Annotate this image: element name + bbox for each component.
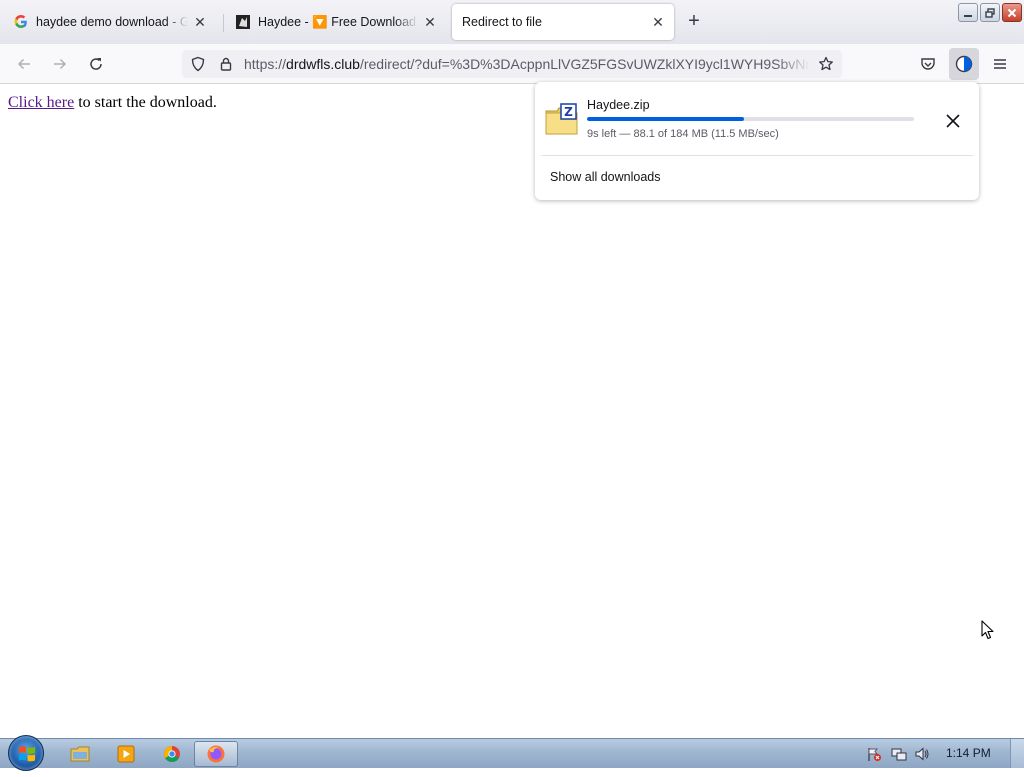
close-icon <box>1007 8 1017 17</box>
cancel-download-button[interactable] <box>941 109 965 133</box>
media-player-icon <box>117 745 135 763</box>
action-center-flag-icon[interactable] <box>866 746 882 762</box>
taskbar: 1:14 PM <box>0 735 1024 771</box>
tab-separator <box>223 14 224 32</box>
url-path: /redirect/?duf=%3D%3DAcppnLlVGZ5FGSvUWZk… <box>359 56 810 72</box>
tab-google-search[interactable]: haydee demo download - Google Search ✕ <box>4 4 216 40</box>
network-icon[interactable] <box>891 746 907 762</box>
minimize-icon <box>964 14 972 17</box>
svg-text:Z: Z <box>564 105 573 119</box>
download-progress-fill <box>587 117 744 121</box>
tracking-protection-shield-icon[interactable] <box>190 56 206 72</box>
haydee-icon <box>236 15 250 29</box>
tab-haydee[interactable]: Haydee - 🔽 Free Download | Re ✕ <box>226 4 446 40</box>
tab-redirect-to-file[interactable]: Redirect to file ✕ <box>452 4 674 40</box>
downloads-button[interactable] <box>949 48 979 80</box>
restore-button[interactable] <box>980 3 1000 22</box>
taskbar-explorer[interactable] <box>58 741 102 767</box>
forward-button[interactable] <box>46 50 74 78</box>
explorer-icon <box>70 746 90 762</box>
download-instruction: Click here to start the download. <box>8 94 217 112</box>
panel-divider <box>541 155 973 156</box>
reload-icon <box>90 58 102 70</box>
navigation-toolbar: https://drdwfls.club/redirect/?duf=%3D%3… <box>0 44 1024 84</box>
tab-title: haydee demo download - Google Search <box>36 15 188 29</box>
forward-arrow-icon <box>54 58 67 70</box>
tab-title: Haydee - 🔽 Free Download | Re <box>258 14 418 29</box>
back-button[interactable] <box>10 50 38 78</box>
hamburger-menu-icon <box>994 59 1006 69</box>
close-tab-icon[interactable]: ✕ <box>422 14 438 30</box>
minimize-button[interactable] <box>958 3 978 22</box>
reload-button[interactable] <box>82 50 110 78</box>
zip-file-icon: Z <box>545 102 579 136</box>
new-tab-button[interactable]: + <box>684 11 704 32</box>
close-tab-icon[interactable]: ✕ <box>650 14 666 30</box>
back-arrow-icon <box>17 58 30 70</box>
url-text[interactable]: https://drdwfls.club/redirect/?duf=%3D%3… <box>244 56 810 72</box>
pocket-icon <box>921 58 935 70</box>
taskbar-media-player[interactable] <box>104 741 148 767</box>
windows-logo-icon <box>19 746 35 762</box>
address-bar[interactable]: https://drdwfls.club/redirect/?duf=%3D%3… <box>182 50 842 78</box>
chrome-icon <box>164 746 180 763</box>
download-item[interactable]: Z Haydee.zip 9s left — 88.1 of 184 MB (1… <box>543 90 971 154</box>
click-here-link[interactable]: Click here <box>8 94 74 111</box>
close-icon <box>946 114 960 128</box>
tab-strip: haydee demo download - Google Search ✕ H… <box>0 0 1024 44</box>
instruction-text: to start the download. <box>74 94 217 111</box>
bookmark-star-icon[interactable] <box>818 56 834 72</box>
firefox-icon <box>207 745 225 763</box>
volume-icon[interactable] <box>914 746 930 762</box>
taskbar-chrome[interactable] <box>150 741 194 767</box>
taskbar-firefox[interactable] <box>194 741 238 767</box>
download-filename: Haydee.zip <box>587 98 650 112</box>
url-scheme: https:// <box>244 56 287 72</box>
url-domain: drdwfls.club <box>286 56 360 72</box>
google-g-icon <box>14 15 28 29</box>
padlock-icon[interactable] <box>218 56 234 72</box>
pocket-button[interactable] <box>914 50 942 78</box>
tab-title: Redirect to file <box>462 15 542 29</box>
close-window-button[interactable] <box>1002 3 1022 22</box>
downloads-panel: Z Haydee.zip 9s left — 88.1 of 184 MB (1… <box>535 82 979 200</box>
start-button[interactable] <box>8 735 44 771</box>
restore-icon <box>985 7 995 18</box>
close-tab-icon[interactable]: ✕ <box>192 14 208 30</box>
downloads-progress-icon <box>955 55 973 73</box>
taskbar-clock[interactable]: 1:14 PM <box>946 746 991 760</box>
mouse-pointer-icon <box>981 620 994 640</box>
app-menu-button[interactable] <box>986 50 1014 78</box>
download-progress-bar <box>587 117 914 121</box>
download-status: 9s left — 88.1 of 184 MB (11.5 MB/sec) <box>587 128 779 140</box>
show-all-downloads-button[interactable]: Show all downloads <box>550 170 661 184</box>
show-desktop-button[interactable] <box>1010 739 1024 768</box>
